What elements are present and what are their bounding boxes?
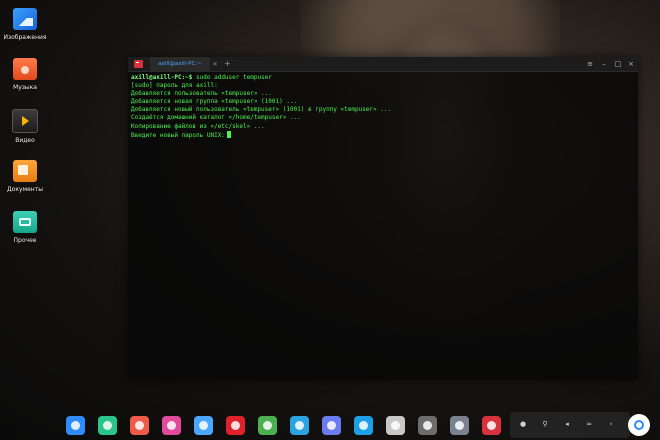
- terminal-app-icon: [134, 60, 143, 68]
- video-folder-icon: [12, 109, 38, 133]
- terminal-tab-title: axill@axill-PC:~: [158, 61, 202, 67]
- images-folder-icon: [13, 8, 37, 30]
- desktop-icon-other[interactable]: Прочее: [0, 211, 50, 244]
- desktop-icon-label: Музыка: [13, 84, 37, 91]
- command-line: axill@axill-PC:~$ sudo adduser tempuser: [131, 74, 635, 82]
- other-folder-icon: [13, 211, 37, 233]
- wifi-tray-icon[interactable]: ≈: [584, 419, 594, 430]
- steam-icon[interactable]: [450, 416, 469, 435]
- desktop-icon-label: Прочее: [13, 237, 37, 244]
- output-line: Копирование файлов из «/etc/skel» ...: [131, 122, 265, 130]
- desktop-icon-images[interactable]: Изображения: [0, 8, 50, 41]
- documents-folder-icon: [13, 160, 37, 182]
- discord-icon[interactable]: [322, 416, 341, 435]
- terminal-window[interactable]: axill@axill-PC:~ × + ≡ – □ × axill@axill…: [128, 57, 638, 380]
- app-store-icon[interactable]: [194, 416, 213, 435]
- collapse-tray-icon[interactable]: ‹: [606, 419, 616, 430]
- text-cursor: [226, 130, 231, 138]
- power-icon[interactable]: [628, 414, 650, 436]
- desktop-icon-label: Видео: [15, 137, 35, 144]
- system-tray: ● ⚲ ◂ ≈ ‹: [510, 412, 630, 438]
- output-line: [sudo] пароль для axill:: [131, 82, 218, 90]
- terminal-icon[interactable]: [482, 416, 501, 435]
- volume-tray-icon[interactable]: ◂: [562, 419, 572, 430]
- telegram-icon[interactable]: [290, 416, 309, 435]
- output-line: Добавляется пользователь «tempuser» ...: [131, 90, 272, 98]
- terminal-output[interactable]: axill@axill-PC:~$ sudo adduser tempuser …: [128, 72, 638, 142]
- close-window-button[interactable]: ×: [625, 57, 637, 71]
- typed-command: sudo adduser tempuser: [192, 74, 272, 81]
- opera-icon[interactable]: [226, 416, 245, 435]
- maximize-button[interactable]: □: [612, 57, 624, 71]
- obs-icon[interactable]: [418, 416, 437, 435]
- desktop-icon-video[interactable]: Видео: [0, 109, 50, 144]
- new-tab-button[interactable]: +: [224, 57, 231, 70]
- screen-recorder-icon[interactable]: [130, 416, 149, 435]
- password-prompt-line: Введите новый пароль UNIX:: [131, 130, 635, 140]
- file-manager-icon[interactable]: [98, 416, 117, 435]
- window-menu-button[interactable]: ≡: [584, 57, 596, 71]
- shell-prompt: axill@axill-PC:~$: [131, 74, 193, 81]
- skype-icon[interactable]: [354, 416, 373, 435]
- desktop-icon-label: Документы: [7, 186, 43, 193]
- usb-tray-icon[interactable]: ⚲: [540, 419, 550, 430]
- minimize-button[interactable]: –: [598, 57, 610, 71]
- music-folder-icon: [13, 58, 37, 80]
- desktop-icon-documents[interactable]: Документы: [0, 160, 50, 193]
- tab-close-button[interactable]: ×: [212, 57, 218, 71]
- desktop-icon-music[interactable]: Музыка: [0, 58, 50, 91]
- launcher-icon[interactable]: [66, 416, 85, 435]
- chrome-icon[interactable]: [258, 416, 277, 435]
- output-line: Создаётся домашний каталог «/home/tempus…: [131, 114, 301, 122]
- network-tray-icon[interactable]: ●: [518, 419, 528, 430]
- terminal-tab[interactable]: axill@axill-PC:~: [150, 57, 210, 71]
- password-prompt: Введите новый пароль UNIX:: [131, 131, 225, 139]
- output-line: Добавляется новая группа «tempuser» (100…: [131, 98, 298, 106]
- terminal-titlebar[interactable]: axill@axill-PC:~ × + ≡ – □ ×: [128, 57, 638, 72]
- installer-icon[interactable]: [386, 416, 405, 435]
- desktop-icon-label: Изображения: [3, 34, 47, 41]
- settings-icon[interactable]: [162, 416, 181, 435]
- output-line: Добавляется новый пользователь «tempuser…: [131, 106, 392, 114]
